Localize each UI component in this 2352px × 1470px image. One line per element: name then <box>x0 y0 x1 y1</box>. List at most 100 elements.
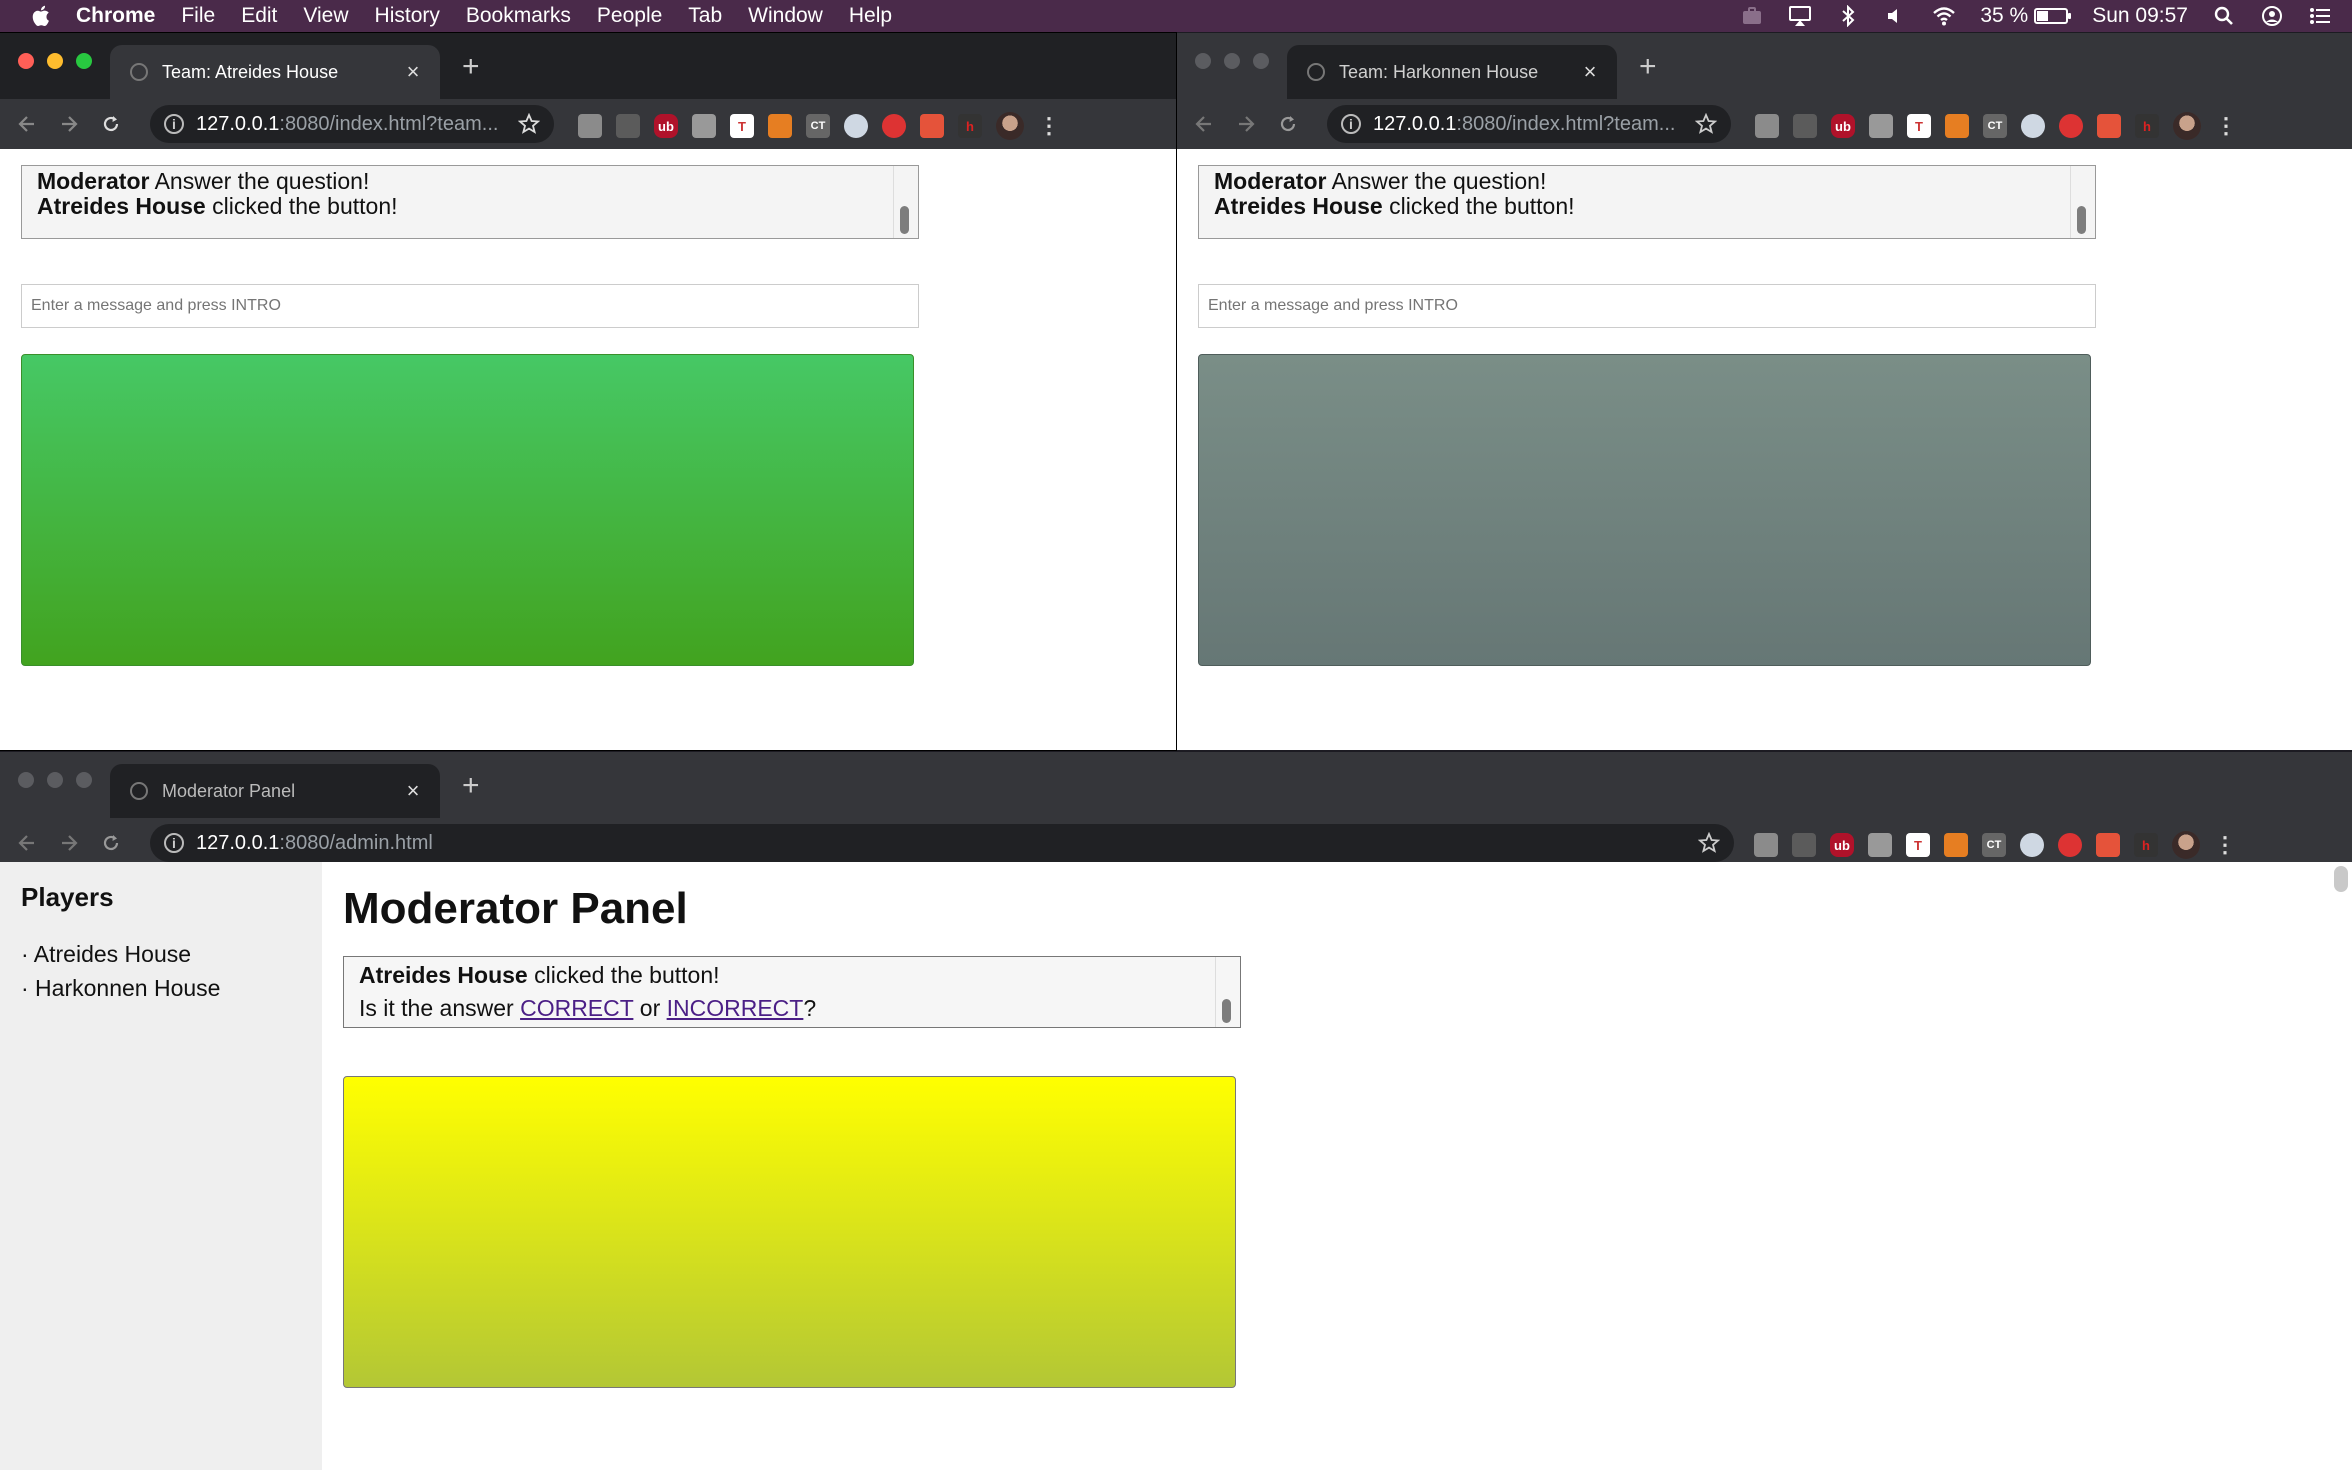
minimize-window-button[interactable] <box>1224 53 1240 69</box>
page-scrollbar[interactable] <box>2334 866 2348 892</box>
cookie-extension-icon[interactable] <box>768 114 792 138</box>
close-window-button[interactable] <box>1195 53 1211 69</box>
close-tab-icon[interactable]: × <box>402 59 424 84</box>
tab-atreides[interactable]: Team: Atreides House × <box>110 45 440 99</box>
menu-history[interactable]: History <box>375 4 440 28</box>
address-bar[interactable]: i 127.0.0.1:8080/index.html?team... <box>1327 105 1731 143</box>
bookmark-star-icon[interactable] <box>518 113 540 135</box>
log-scrollbar[interactable] <box>893 166 915 238</box>
address-bar[interactable]: i 127.0.0.1:8080/admin.html <box>150 824 1734 862</box>
new-tab-icon[interactable]: + <box>1639 52 1657 82</box>
chrome-menu-icon[interactable]: ⋮ <box>2214 834 2236 856</box>
clock[interactable]: Sun 09:57 <box>2092 4 2188 28</box>
ublock-extension-icon[interactable]: ub <box>654 114 678 138</box>
profile-avatar[interactable] <box>2172 831 2200 859</box>
h-extension-icon[interactable]: h <box>2135 114 2159 138</box>
menu-app-chrome[interactable]: Chrome <box>76 4 155 28</box>
bookmark-star-icon[interactable] <box>1698 832 1720 854</box>
profile-avatar[interactable] <box>2173 112 2201 140</box>
reload-icon[interactable] <box>96 109 126 139</box>
ct-extension-icon[interactable]: CT <box>1982 833 2006 857</box>
chrome-menu-icon[interactable]: ⋮ <box>1038 115 1060 137</box>
zoom-window-button[interactable] <box>76 53 92 69</box>
menu-help[interactable]: Help <box>849 4 892 28</box>
menu-people[interactable]: People <box>597 4 662 28</box>
close-tab-icon[interactable]: × <box>1579 59 1601 84</box>
reload-icon[interactable] <box>1273 109 1303 139</box>
red-circle-extension-icon[interactable] <box>2058 833 2082 857</box>
diagonal-extension-icon[interactable] <box>1868 833 1892 857</box>
close-window-button[interactable] <box>18 772 34 788</box>
rocket-extension-icon[interactable] <box>1793 114 1817 138</box>
briefcase-icon[interactable] <box>1740 5 1764 27</box>
rocket-extension-icon[interactable] <box>616 114 640 138</box>
close-window-button[interactable] <box>18 53 34 69</box>
new-tab-icon[interactable]: + <box>462 771 480 801</box>
new-tab-icon[interactable]: + <box>462 52 480 82</box>
red-circle-extension-icon[interactable] <box>2059 114 2083 138</box>
bluetooth-icon[interactable] <box>1836 5 1860 27</box>
circle-extension-icon[interactable] <box>844 114 868 138</box>
calendar-extension-icon[interactable] <box>2097 114 2121 138</box>
cookie-extension-icon[interactable] <box>1945 114 1969 138</box>
diagonal-extension-icon[interactable] <box>1869 114 1893 138</box>
back-arrow-icon[interactable] <box>12 109 42 139</box>
briefcase-extension-icon[interactable] <box>1754 833 1778 857</box>
circle-extension-icon[interactable] <box>2021 114 2045 138</box>
menu-window[interactable]: Window <box>748 4 823 28</box>
menu-file[interactable]: File <box>181 4 215 28</box>
ct-extension-icon[interactable]: CT <box>806 114 830 138</box>
zoom-window-button[interactable] <box>76 772 92 788</box>
ublock-extension-icon[interactable]: ub <box>1830 833 1854 857</box>
message-input[interactable] <box>21 284 919 328</box>
close-tab-icon[interactable]: × <box>402 778 424 803</box>
buzzer-button[interactable] <box>1198 354 2091 666</box>
spotlight-search-icon[interactable] <box>2212 5 2236 27</box>
cookie-extension-icon[interactable] <box>1944 833 1968 857</box>
circle-extension-icon[interactable] <box>2020 833 2044 857</box>
forward-arrow-icon[interactable] <box>54 109 84 139</box>
site-info-icon[interactable]: i <box>1341 114 1361 134</box>
diagonal-extension-icon[interactable] <box>692 114 716 138</box>
briefcase-extension-icon[interactable] <box>578 114 602 138</box>
back-arrow-icon[interactable] <box>1189 109 1219 139</box>
wifi-icon[interactable] <box>1932 5 1956 27</box>
rocket-extension-icon[interactable] <box>1792 833 1816 857</box>
minimize-window-button[interactable] <box>47 772 63 788</box>
menu-bookmarks[interactable]: Bookmarks <box>466 4 571 28</box>
minimize-window-button[interactable] <box>47 53 63 69</box>
moderator-buzzer-display[interactable] <box>343 1076 1236 1388</box>
h-extension-icon[interactable]: h <box>2134 833 2158 857</box>
tab-harkonnen[interactable]: Team: Harkonnen House × <box>1287 45 1617 99</box>
zoom-window-button[interactable] <box>1253 53 1269 69</box>
h-extension-icon[interactable]: h <box>958 114 982 138</box>
log-scrollbar[interactable] <box>2070 166 2092 238</box>
siri-icon[interactable] <box>2260 5 2284 27</box>
briefcase-extension-icon[interactable] <box>1755 114 1779 138</box>
message-input[interactable] <box>1198 284 2096 328</box>
ublock-extension-icon[interactable]: ub <box>1831 114 1855 138</box>
reload-icon[interactable] <box>96 828 126 858</box>
back-arrow-icon[interactable] <box>12 828 42 858</box>
volume-icon[interactable] <box>1884 5 1908 27</box>
buzzer-button[interactable] <box>21 354 914 666</box>
site-info-icon[interactable]: i <box>164 833 184 853</box>
battery-status[interactable]: 35 % <box>1980 4 2072 28</box>
t-extension-icon[interactable]: T <box>1907 114 1931 138</box>
calendar-extension-icon[interactable] <box>920 114 944 138</box>
notification-center-icon[interactable] <box>2308 5 2332 27</box>
forward-arrow-icon[interactable] <box>1231 109 1261 139</box>
bookmark-star-icon[interactable] <box>1695 113 1717 135</box>
red-circle-extension-icon[interactable] <box>882 114 906 138</box>
address-bar[interactable]: i 127.0.0.1:8080/index.html?team... <box>150 105 554 143</box>
chrome-menu-icon[interactable]: ⋮ <box>2215 115 2237 137</box>
log-scrollbar[interactable] <box>1215 957 1237 1027</box>
airplay-icon[interactable] <box>1788 5 1812 27</box>
calendar-extension-icon[interactable] <box>2096 833 2120 857</box>
incorrect-link[interactable]: INCORRECT <box>667 995 804 1021</box>
site-info-icon[interactable]: i <box>164 114 184 134</box>
profile-avatar[interactable] <box>996 112 1024 140</box>
menu-view[interactable]: View <box>303 4 348 28</box>
forward-arrow-icon[interactable] <box>54 828 84 858</box>
correct-link[interactable]: CORRECT <box>520 995 633 1021</box>
